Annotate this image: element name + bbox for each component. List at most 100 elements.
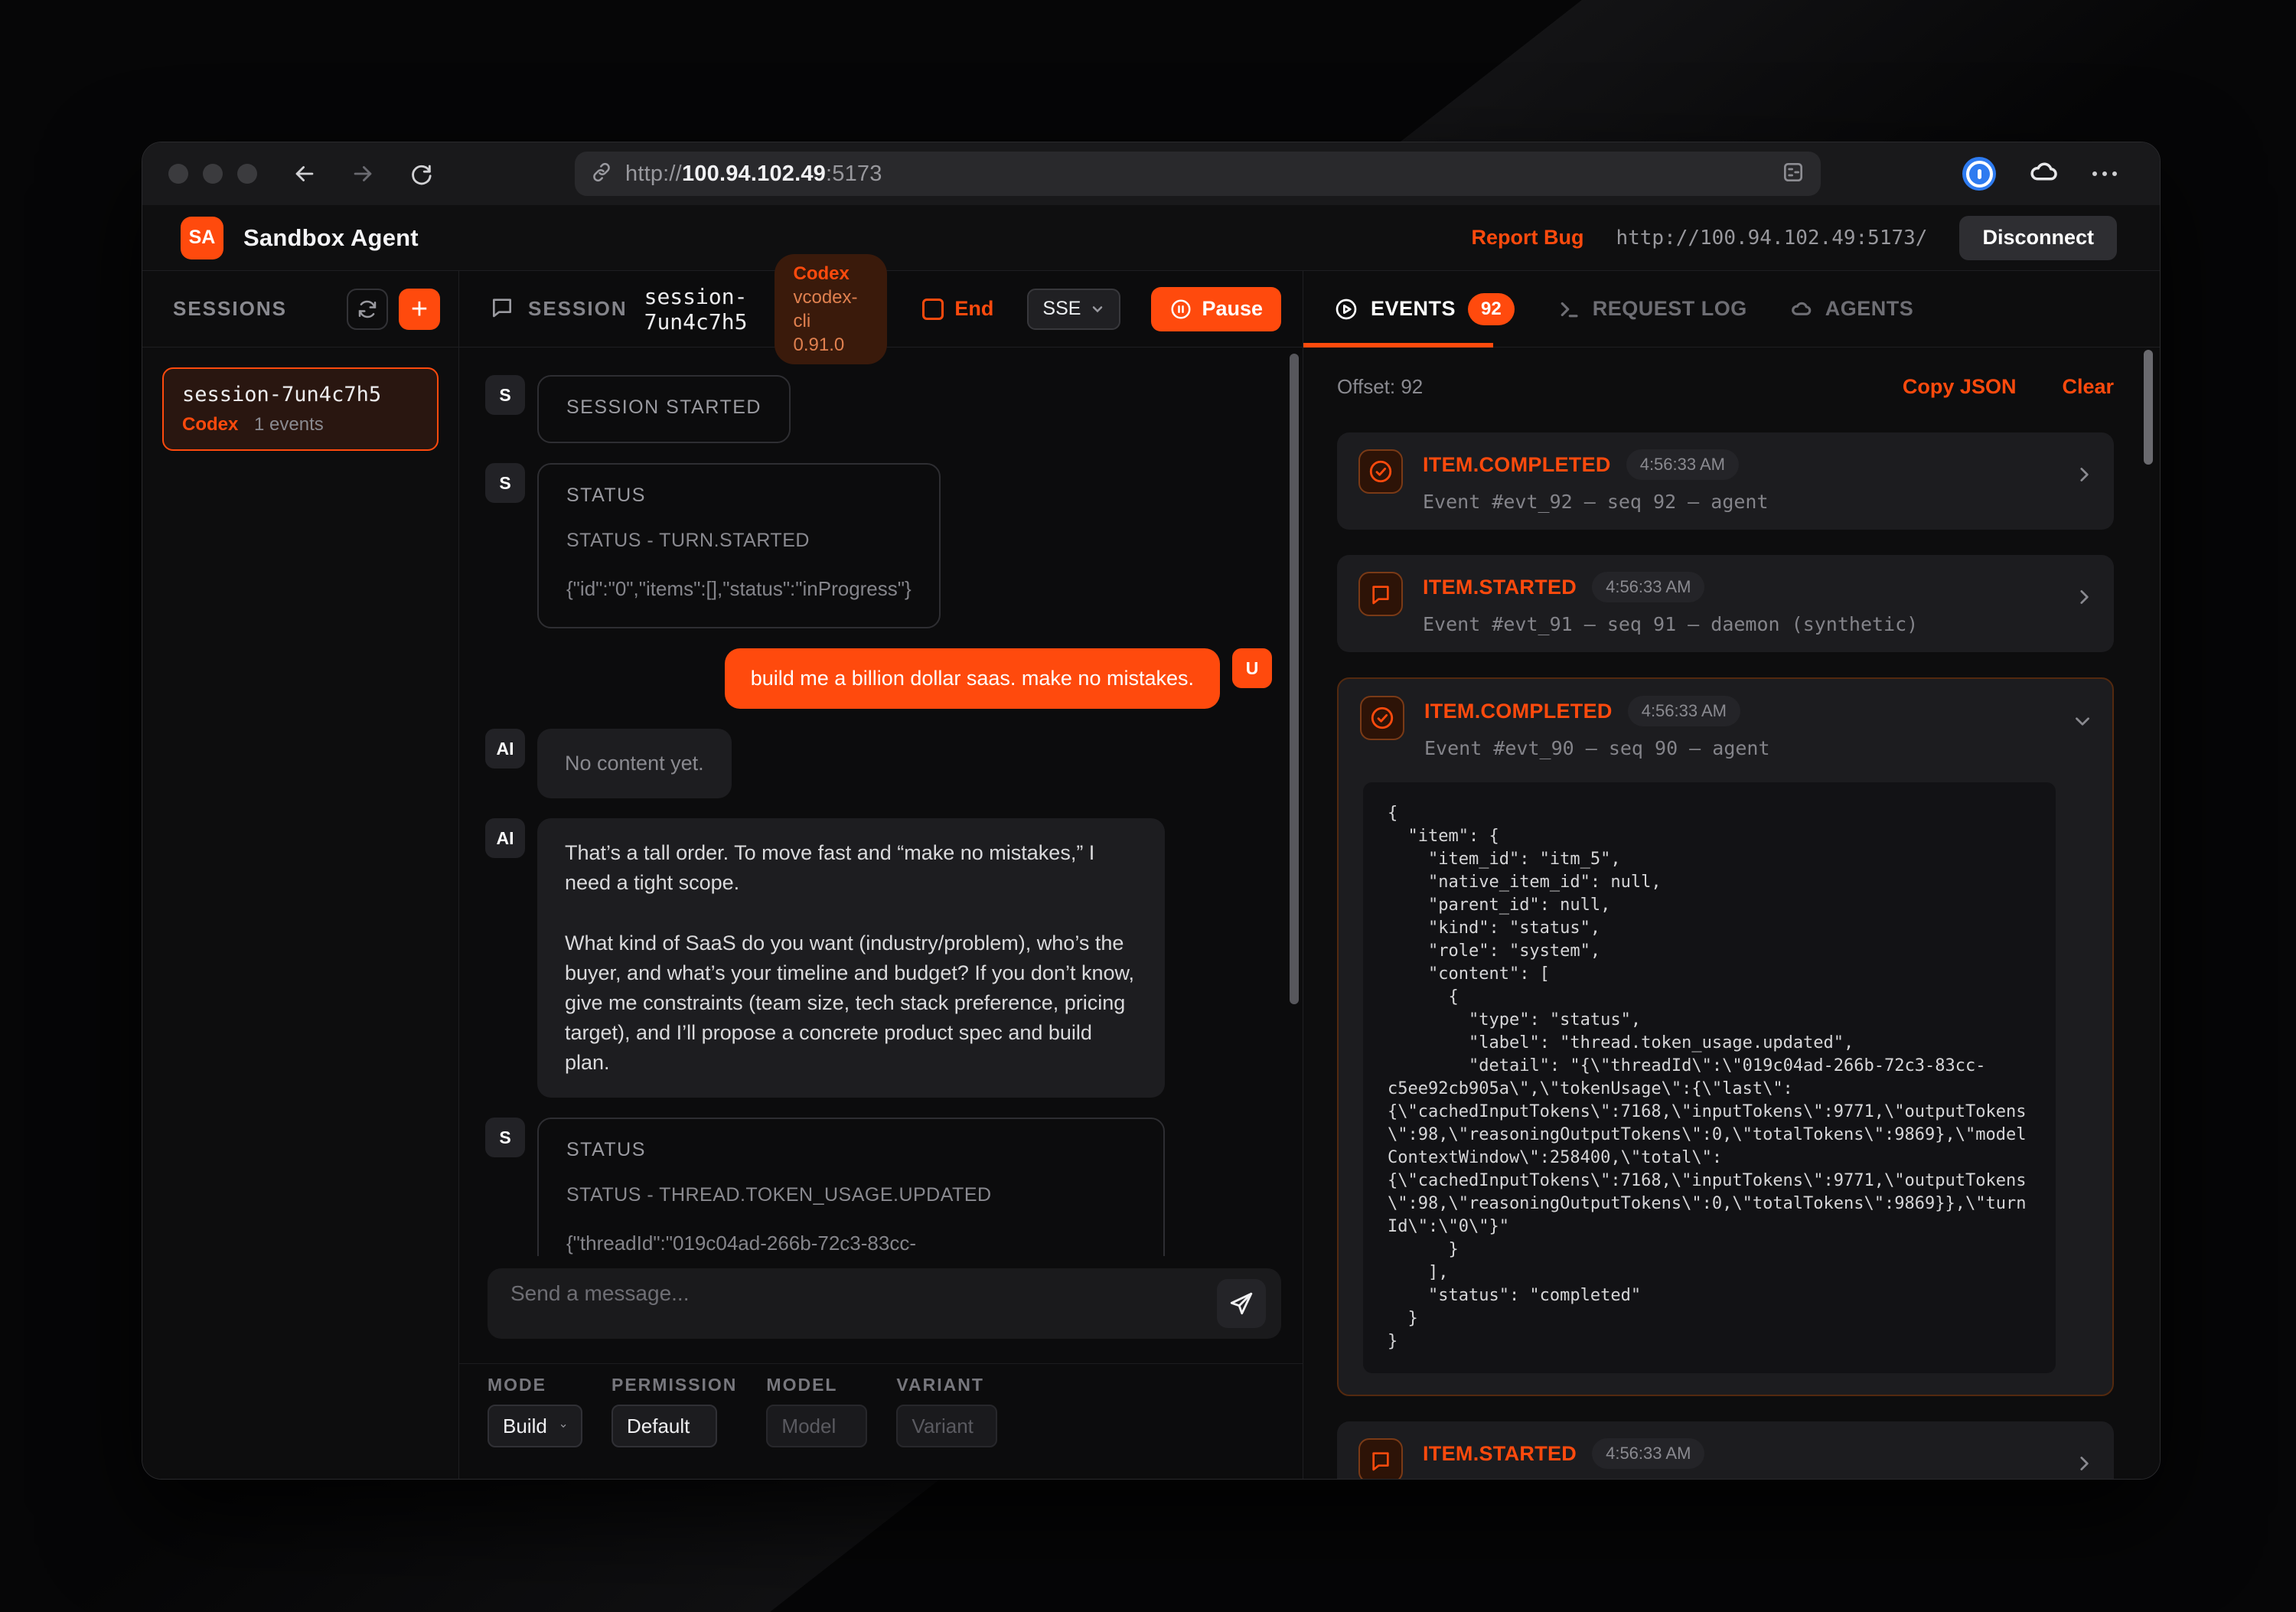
- session-label: SESSION: [528, 297, 628, 321]
- message-body: {"threadId":"019c04ad-266b-72c3-83cc-c5e…: [566, 1228, 1136, 1256]
- report-bug-link[interactable]: Report Bug: [1471, 226, 1583, 250]
- event-meta: Event #evt_91 — seq 91 — daemon (synthet…: [1423, 613, 1918, 635]
- event-row-header: ITEM.COMPLETED4:56:33 AM Event #evt_92 — …: [1358, 449, 2060, 513]
- new-session-button[interactable]: +: [399, 289, 440, 330]
- transport-select[interactable]: SSE: [1027, 289, 1120, 330]
- mode-select[interactable]: Build: [488, 1405, 582, 1447]
- app-header: SA Sandbox Agent Report Bug http://100.9…: [142, 205, 2160, 271]
- ai-message-bubble[interactable]: No content yet.: [537, 729, 732, 798]
- chat-message: build me a billion dollar saas. make no …: [485, 648, 1272, 709]
- events-scrollbar[interactable]: [2144, 350, 2153, 465]
- cloud-icon[interactable]: [2028, 156, 2060, 192]
- desktop: http://100.94.102.49:5173 SA Sandbox Age…: [0, 0, 2296, 1612]
- event-row[interactable]: ITEM.COMPLETED4:56:33 AM Event #evt_92 — …: [1337, 432, 2114, 530]
- close-window-button[interactable]: [168, 164, 188, 184]
- end-session-control[interactable]: End: [922, 297, 993, 321]
- event-row-header: ITEM.COMPLETED4:56:33 AMEvent #evt_90 — …: [1360, 696, 2059, 759]
- chevron-down-icon: [2073, 711, 2092, 731]
- event-meta: Event #evt_90 — seq 90 — agent: [1424, 737, 1770, 759]
- ai-avatar: AI: [485, 729, 525, 768]
- pause-icon: [1169, 298, 1192, 321]
- composer-divider: [459, 1363, 1303, 1364]
- event-type: ITEM.STARTED: [1423, 576, 1577, 599]
- clear-button[interactable]: Clear: [2062, 375, 2114, 399]
- refresh-sessions-button[interactable]: [347, 289, 388, 330]
- message-title: SESSION STARTED: [566, 396, 762, 419]
- message-input-box: [488, 1268, 1281, 1339]
- event-type-row: ITEM.STARTED4:56:33 AM: [1423, 1438, 1918, 1469]
- ai-message-bubble[interactable]: That’s a tall order. To move fast and “m…: [537, 818, 1165, 1098]
- system-message-bubble[interactable]: SESSION STARTED: [537, 375, 791, 443]
- event-expand-chevron[interactable]: [2073, 711, 2092, 735]
- main-layout: SESSIONS + session-7un4c7h5 Codex 1 even…: [142, 271, 2160, 1479]
- server-url: http://100.94.102.49:5173/: [1616, 227, 1927, 250]
- chevron-right-icon: [2074, 465, 2094, 485]
- message-bubble-icon: [1368, 1448, 1393, 1473]
- browser-extensions: [1962, 156, 2117, 192]
- session-bubble-icon: [490, 295, 514, 323]
- chat-message: AIThat’s a tall order. To move fast and …: [485, 818, 1272, 1098]
- end-label: End: [954, 297, 993, 321]
- event-row-main: ITEM.STARTED4:56:33 AMEvent #evt_89 — se…: [1423, 1438, 1918, 1479]
- maximize-window-button[interactable]: [237, 164, 257, 184]
- permission-select[interactable]: Default: [612, 1405, 717, 1447]
- more-menu-icon[interactable]: [2092, 171, 2117, 176]
- event-time-badge: 4:56:33 AM: [1628, 696, 1740, 726]
- model-input[interactable]: [766, 1405, 867, 1447]
- disconnect-button[interactable]: Disconnect: [1959, 216, 2117, 260]
- end-checkbox[interactable]: [922, 299, 944, 320]
- event-expand-chevron[interactable]: [2074, 1454, 2094, 1477]
- message-text: That’s a tall order. To move fast and “m…: [565, 838, 1137, 898]
- reader-panel-icon[interactable]: [1781, 160, 1805, 188]
- message-subtitle: STATUS - THREAD.TOKEN_USAGE.UPDATED: [566, 1184, 1136, 1206]
- password-manager-icon[interactable]: [1962, 157, 1996, 191]
- system-message-bubble[interactable]: STATUSSTATUS - TURN.STARTED{"id":"0","it…: [537, 463, 941, 628]
- copy-json-button[interactable]: Copy JSON: [1903, 375, 2017, 399]
- events-panel: EVENTS 92 REQUEST LOG AGENTS Of: [1303, 271, 2160, 1479]
- sessions-sidebar: SESSIONS + session-7un4c7h5 Codex 1 even…: [142, 271, 459, 1479]
- chevron-right-icon: [2074, 587, 2094, 607]
- pause-button[interactable]: Pause: [1151, 287, 1281, 331]
- event-expand-chevron[interactable]: [2074, 465, 2094, 488]
- send-button[interactable]: [1217, 1279, 1266, 1328]
- event-json-block[interactable]: { "item": { "item_id": "itm_5", "native_…: [1363, 782, 2056, 1373]
- event-row[interactable]: ITEM.STARTED4:56:33 AMEvent #evt_91 — se…: [1337, 555, 2114, 652]
- minimize-window-button[interactable]: [203, 164, 223, 184]
- url-bar[interactable]: http://100.94.102.49:5173: [575, 152, 1821, 196]
- event-meta: Event #evt_92 — seq 92 — agent: [1423, 491, 1769, 513]
- tab-events[interactable]: EVENTS 92: [1334, 293, 1515, 325]
- variant-input[interactable]: [896, 1405, 997, 1447]
- event-row-main: ITEM.COMPLETED4:56:33 AMEvent #evt_90 — …: [1424, 696, 1770, 759]
- event-expand-chevron[interactable]: [2074, 587, 2094, 611]
- check-circle-icon: [1368, 458, 1394, 485]
- event-type: ITEM.COMPLETED: [1423, 453, 1611, 477]
- traffic-lights: [168, 164, 257, 184]
- chat-scrollbar[interactable]: [1290, 354, 1299, 1004]
- chat-message: SSTATUSSTATUS - TURN.STARTED{"id":"0","i…: [485, 463, 1272, 628]
- back-icon[interactable]: [289, 158, 320, 189]
- system-message-bubble[interactable]: STATUSSTATUS - THREAD.TOKEN_USAGE.UPDATE…: [537, 1118, 1165, 1256]
- events-body: Offset: 92 Copy JSON Clear ITEM.COMPLETE…: [1303, 348, 2160, 1479]
- session-list-item[interactable]: session-7un4c7h5 Codex 1 events: [162, 367, 439, 451]
- tab-request-log[interactable]: REQUEST LOG: [1557, 297, 1747, 321]
- message-input[interactable]: [488, 1268, 1281, 1339]
- message-body: {"id":"0","items":[],"status":"inProgres…: [566, 573, 912, 604]
- browser-nav: [289, 158, 436, 189]
- app-title: Sandbox Agent: [243, 224, 419, 252]
- chevron-down-icon: [1090, 302, 1105, 317]
- event-row[interactable]: ITEM.STARTED4:56:33 AMEvent #evt_89 — se…: [1337, 1421, 2114, 1479]
- chat-message: SSESSION STARTED: [485, 375, 1272, 443]
- message-bubble-icon: [1368, 582, 1393, 606]
- user-message-bubble[interactable]: build me a billion dollar saas. make no …: [725, 648, 1220, 709]
- refresh-icon[interactable]: [406, 158, 436, 189]
- message-title: STATUS: [566, 485, 912, 507]
- forward-icon[interactable]: [347, 158, 378, 189]
- event-row[interactable]: ITEM.COMPLETED4:56:33 AMEvent #evt_90 — …: [1337, 677, 2114, 1396]
- sessions-title: SESSIONS: [173, 297, 287, 321]
- tab-agents[interactable]: AGENTS: [1790, 297, 1914, 321]
- terminal-icon: [1557, 298, 1580, 321]
- offset-label: Offset: 92: [1337, 375, 1423, 399]
- mode-label: MODE: [488, 1375, 582, 1395]
- permission-label: PERMISSION: [612, 1375, 737, 1395]
- event-type-row: ITEM.COMPLETED4:56:33 AM: [1423, 449, 1769, 480]
